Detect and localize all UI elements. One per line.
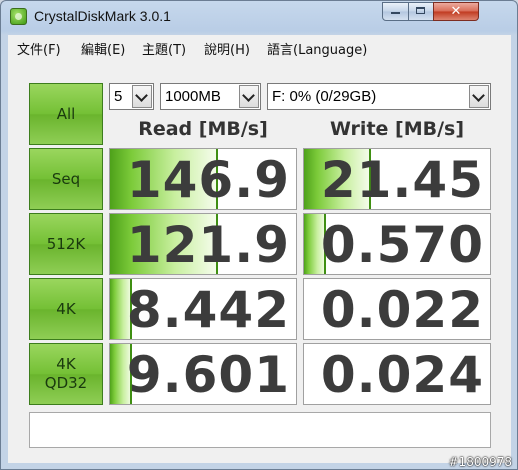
menu-file[interactable]: 文件(F) (17, 39, 61, 58)
4k-write-result: 0.022 (303, 278, 491, 340)
minimize-button[interactable] (382, 2, 409, 21)
seq-write-value: 21.45 (320, 151, 484, 209)
app-window: CrystalDiskMark 3.0.1 ✕ 文件(F) 編輯(E) 主題(T… (0, 0, 518, 470)
maximize-button[interactable] (408, 2, 434, 21)
4k-qd32-write-result: 0.024 (303, 343, 491, 405)
512k-test-button[interactable]: 512K (29, 213, 103, 275)
close-icon: ✕ (450, 4, 462, 19)
close-button[interactable]: ✕ (433, 2, 479, 21)
4k-qd32-read-result: 9.601 (109, 343, 297, 405)
seq-read-value: 146.9 (126, 151, 290, 209)
runs-select[interactable]: 5 (109, 83, 154, 110)
size-value: 1000MB (165, 88, 221, 105)
drive-value: F: 0% (0/29GB) (272, 88, 377, 105)
drive-select[interactable]: F: 0% (0/29GB) (267, 83, 491, 110)
menu-theme[interactable]: 主題(T) (142, 39, 186, 58)
maximize-icon (416, 7, 425, 14)
runs-value: 5 (114, 88, 123, 105)
4k-read-value: 8.442 (126, 281, 290, 339)
read-header: Read [MB/s] (138, 118, 268, 140)
512k-read-result: 121.9 (109, 213, 297, 275)
seq-read-result: 146.9 (109, 148, 297, 210)
window-title: CrystalDiskMark 3.0.1 (34, 8, 171, 24)
write-header: Write [MB/s] (329, 118, 465, 140)
4k-qd32-test-button[interactable]: 4K QD32 (29, 343, 103, 405)
all-button[interactable]: All (29, 83, 103, 145)
chevron-down-icon (469, 85, 489, 108)
size-select[interactable]: 1000MB (160, 83, 261, 110)
title-bar[interactable]: CrystalDiskMark 3.0.1 ✕ (1, 1, 517, 33)
watermark-text: #1800978 (448, 455, 513, 469)
4k-read-result: 8.442 (109, 278, 297, 340)
512k-write-value: 0.570 (320, 216, 484, 274)
4k-qd32-write-value: 0.024 (320, 346, 484, 404)
menu-language[interactable]: 語言(Language) (267, 39, 367, 58)
4k-qd32-read-value: 9.601 (126, 346, 290, 404)
512k-read-value: 121.9 (126, 216, 290, 274)
chevron-down-icon (239, 85, 259, 108)
512k-write-result: 0.570 (303, 213, 491, 275)
minimize-icon (391, 12, 400, 14)
comment-field[interactable] (29, 412, 491, 448)
seq-write-result: 21.45 (303, 148, 491, 210)
menu-edit[interactable]: 編輯(E) (81, 39, 125, 58)
4k-test-button[interactable]: 4K (29, 278, 103, 340)
menu-help[interactable]: 說明(H) (204, 39, 250, 58)
chevron-down-icon (132, 85, 152, 108)
seq-test-button[interactable]: Seq (29, 148, 103, 210)
app-disk-icon (10, 8, 27, 25)
4k-write-value: 0.022 (320, 281, 484, 339)
menu-bar: 文件(F) 編輯(E) 主題(T) 說明(H) 語言(Language) (8, 35, 511, 60)
